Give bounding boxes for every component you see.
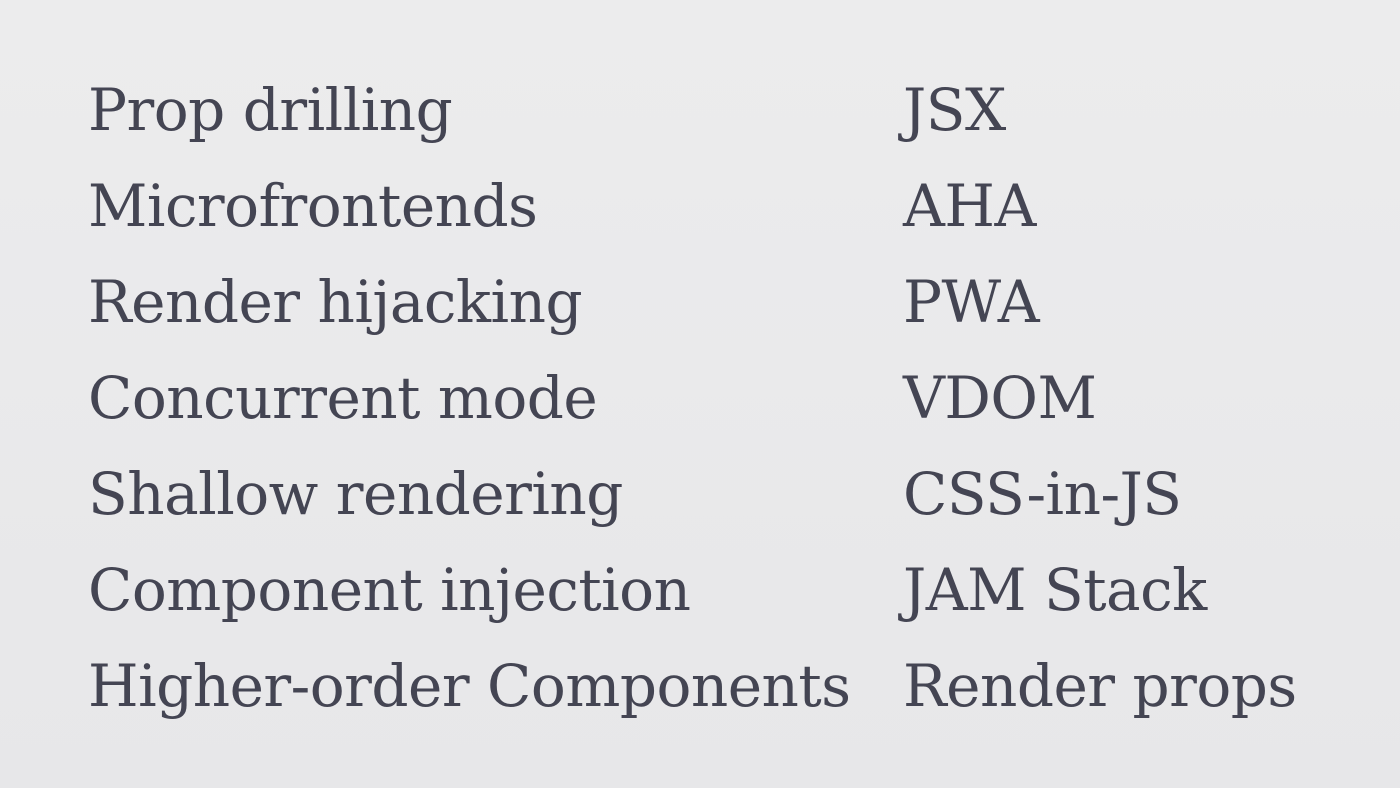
term-jsx: JSX xyxy=(903,76,1006,144)
term-vdom: VDOM xyxy=(903,364,1097,432)
term-shallow-rendering: Shallow rendering xyxy=(88,460,623,528)
term-css-in-js: CSS-in-JS xyxy=(903,460,1182,528)
term-component-injection: Component injection xyxy=(88,556,691,624)
term-render-props: Render props xyxy=(903,652,1297,720)
term-microfrontends: Microfrontends xyxy=(88,172,538,240)
term-pwa: PWA xyxy=(903,268,1040,336)
term-prop-drilling: Prop drilling xyxy=(88,76,453,144)
term-render-hijacking: Render hijacking xyxy=(88,268,583,336)
term-concurrent-mode: Concurrent mode xyxy=(88,364,598,432)
slide: Prop drilling Microfrontends Render hija… xyxy=(0,0,1400,788)
term-higher-order-components: Higher-order Components xyxy=(88,652,851,720)
right-term-list: JSX AHA PWA VDOM CSS-in-JS JAM Stack Ren… xyxy=(903,72,1297,744)
term-jam-stack: JAM Stack xyxy=(903,556,1207,624)
left-term-list: Prop drilling Microfrontends Render hija… xyxy=(88,72,851,744)
term-aha: AHA xyxy=(903,172,1036,240)
